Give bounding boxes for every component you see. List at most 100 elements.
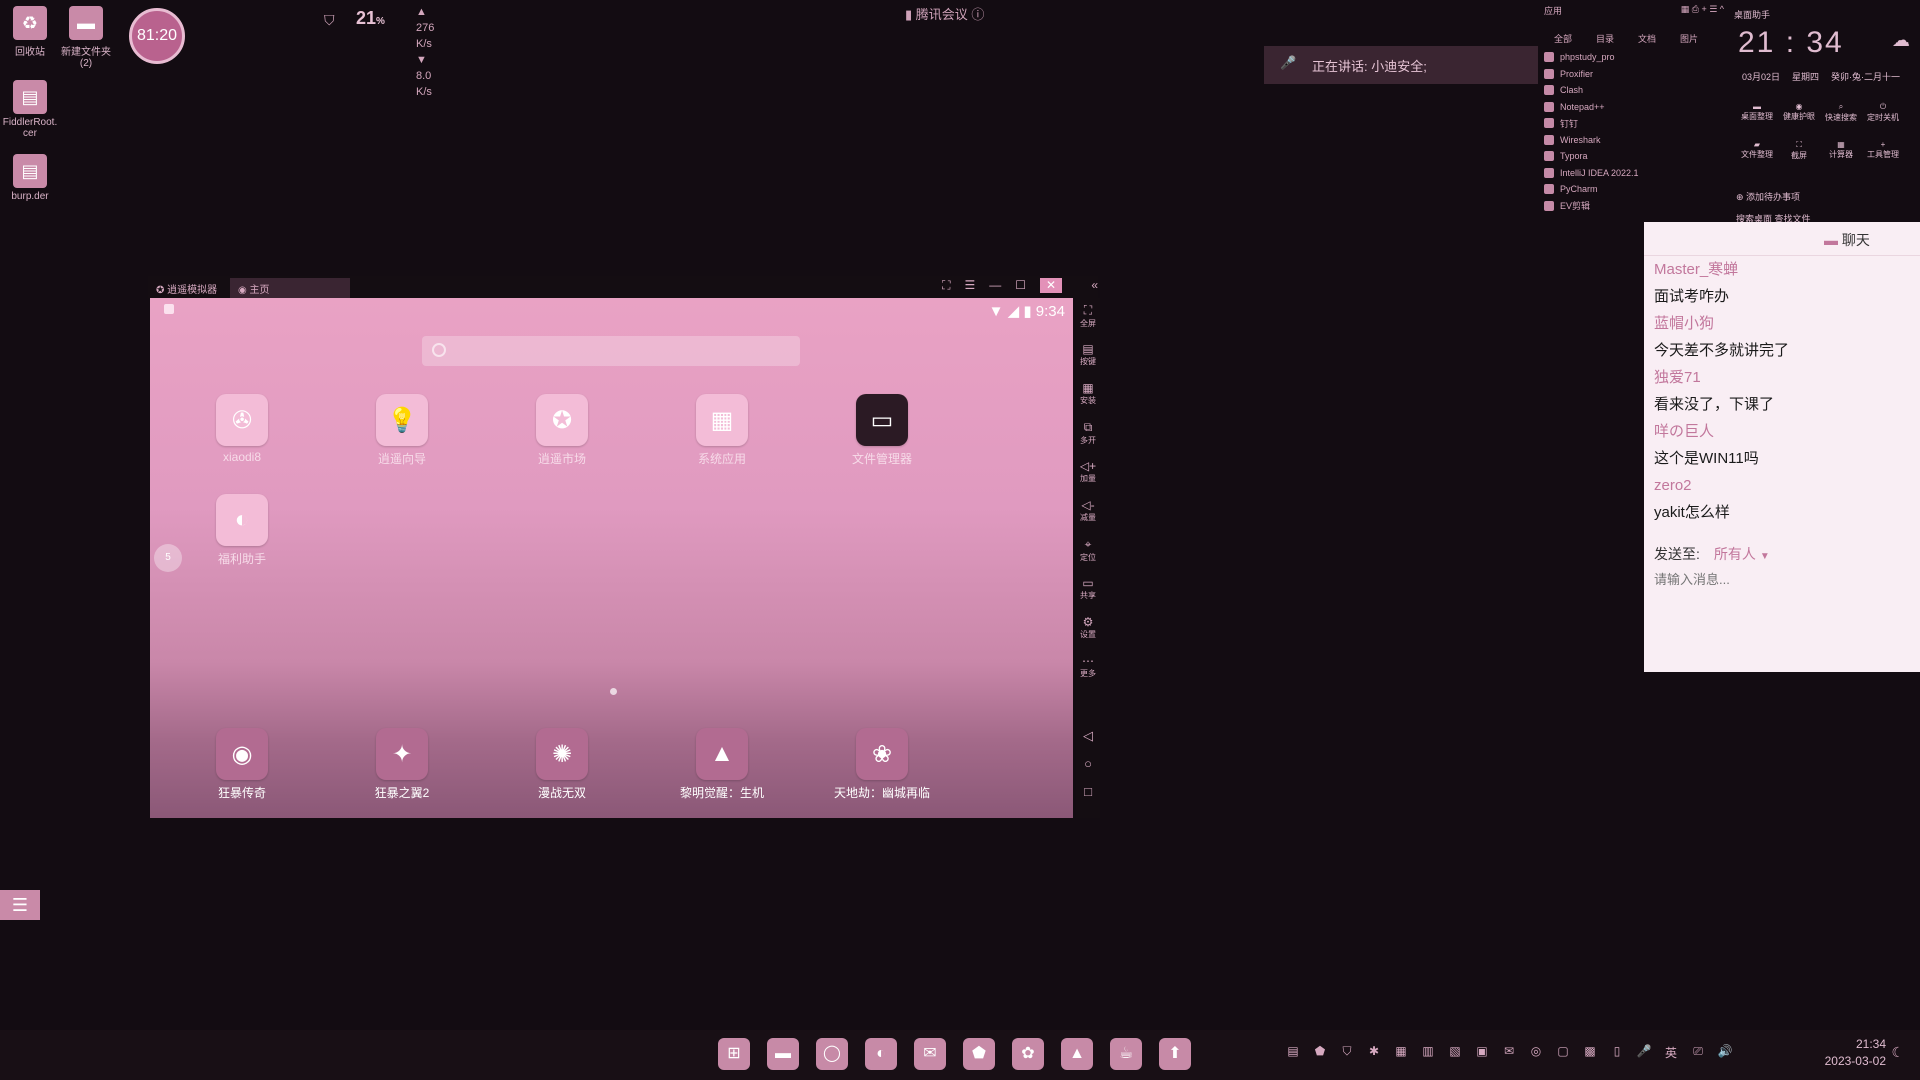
tray-icon[interactable]: ▩ bbox=[1581, 1044, 1599, 1062]
wifi-icon: ▼ bbox=[988, 303, 1004, 320]
desktop-icon-burp-der[interactable]: ▤ burp.der bbox=[0, 154, 60, 202]
taskbar-clock[interactable]: 21:34 2023-03-02 bbox=[1800, 1036, 1886, 1070]
photos-icon[interactable]: ▲ bbox=[1061, 1038, 1093, 1070]
recents-icon[interactable]: □ bbox=[1076, 784, 1100, 799]
android-dock-app[interactable]: ❀ 天地劫：幽城再临 bbox=[832, 728, 932, 801]
notification-center-icon[interactable]: ☾ bbox=[1891, 1044, 1904, 1061]
close-icon[interactable]: ✕ bbox=[1040, 278, 1062, 293]
android-dock-app[interactable]: ◉ 狂暴传奇 bbox=[192, 728, 292, 801]
android-app-market[interactable]: ✪ 逍遥市场 bbox=[512, 394, 612, 467]
tool-eye-care[interactable]: ◉ 健康护眼 bbox=[1778, 102, 1820, 130]
app-list-item[interactable]: Clash bbox=[1544, 82, 1724, 99]
tool-screenshot[interactable]: ⛶ 截屏 bbox=[1778, 140, 1820, 168]
tray-icon[interactable]: ▤ bbox=[1284, 1044, 1302, 1062]
tray-icon[interactable]: ✱ bbox=[1365, 1044, 1383, 1062]
app-list-item[interactable]: phpstudy_pro bbox=[1544, 49, 1724, 66]
back-icon[interactable]: ◁ bbox=[1076, 728, 1100, 744]
screenshot-icon[interactable]: ⛶ bbox=[942, 278, 950, 293]
android-app-welfare[interactable]: ◐ 福利助手 bbox=[192, 494, 292, 567]
wechat-icon[interactable]: ✉ bbox=[914, 1038, 946, 1070]
floating-ball[interactable]: 5 bbox=[154, 544, 182, 572]
home-circle-icon[interactable]: ○ bbox=[1076, 756, 1100, 771]
tool-manage[interactable]: + 工具管理 bbox=[1862, 140, 1904, 168]
tab-all[interactable]: 全部 bbox=[1554, 32, 1572, 45]
tray-icon[interactable]: ▯ bbox=[1608, 1044, 1626, 1062]
android-app-xiaodi8[interactable]: ✇ xiaodi8 bbox=[192, 394, 292, 464]
toolbar-volume-down[interactable]: ◁- 减量 bbox=[1076, 493, 1100, 532]
shield-icon[interactable]: ⛉ bbox=[1338, 1044, 1356, 1062]
app-list-item[interactable]: IntelliJ IDEA 2022.1 bbox=[1544, 165, 1724, 182]
tool-desktop-organize[interactable]: ▬ 桌面整理 bbox=[1736, 102, 1778, 130]
tool-shutdown[interactable]: ⏻ 定时关机 bbox=[1862, 102, 1904, 130]
tool-file-organize[interactable]: ▰ 文件整理 bbox=[1736, 140, 1778, 168]
file-explorer-icon[interactable]: ▬ bbox=[767, 1038, 799, 1070]
chat-input[interactable] bbox=[1654, 572, 1894, 587]
tool-calculator[interactable]: ▦ 计算器 bbox=[1820, 140, 1862, 168]
meeting-title[interactable]: ▮ 腾讯会议 ⓘ bbox=[905, 4, 984, 23]
network-icon[interactable]: ⎚ bbox=[1689, 1044, 1707, 1062]
app-list-item[interactable]: Typora bbox=[1544, 148, 1724, 165]
toolbar-install[interactable]: ▦ 安装 bbox=[1076, 376, 1100, 415]
toolbar-keymap[interactable]: ▤ 按键 bbox=[1076, 337, 1100, 376]
browser-icon[interactable]: ◯ bbox=[816, 1038, 848, 1070]
toolbar-settings[interactable]: ⚙ 设置 bbox=[1076, 610, 1100, 649]
tray-icon[interactable]: ▦ bbox=[1392, 1044, 1410, 1062]
desktop-icon-recycle-bin[interactable]: ♻ 回收站 bbox=[0, 6, 60, 58]
tab-images[interactable]: 图片 bbox=[1680, 32, 1698, 45]
tray-icon[interactable]: ◎ bbox=[1527, 1044, 1545, 1062]
desktop-icon-new-folder[interactable]: ▬ 新建文件夹 (2) bbox=[56, 6, 116, 69]
android-search-bar[interactable] bbox=[422, 336, 800, 366]
collapse-sidebar-icon[interactable]: « bbox=[1091, 278, 1098, 292]
send-to-selector[interactable]: 发送至: 所有人 ▼ bbox=[1644, 544, 1920, 564]
toolbar-multi[interactable]: ⧉ 多开 bbox=[1076, 415, 1100, 454]
tab-documents[interactable]: 文档 bbox=[1638, 32, 1656, 45]
emulator-taskbar-icon[interactable]: ⬟ bbox=[963, 1038, 995, 1070]
app-list-item[interactable]: 钉钉 bbox=[1544, 115, 1724, 132]
emulator-home-tab[interactable]: ◉ 主页 bbox=[230, 278, 350, 298]
menu-icon[interactable]: ☰ bbox=[964, 278, 975, 293]
tray-icon[interactable]: ▧ bbox=[1446, 1044, 1464, 1062]
input-method[interactable]: 英 bbox=[1662, 1044, 1680, 1062]
tray-icon[interactable]: ⬟ bbox=[1311, 1044, 1329, 1062]
toolbar-more[interactable]: ⋯ 更多 bbox=[1076, 649, 1100, 688]
android-dock-app[interactable]: ▲ 黎明觉醒：生机 bbox=[672, 728, 772, 801]
send-to-value[interactable]: 所有人 bbox=[1714, 546, 1756, 562]
android-app-guide[interactable]: 💡 逍遥向导 bbox=[352, 394, 452, 467]
add-todo[interactable]: ⊕ 添加待办事项 bbox=[1736, 190, 1800, 203]
toolbar-location[interactable]: ⌖ 定位 bbox=[1076, 532, 1100, 571]
desktop-icon-fiddler-cer[interactable]: ▤ FiddlerRoot. cer bbox=[0, 80, 60, 139]
toolbar-share[interactable]: ▭ 共享 bbox=[1076, 571, 1100, 610]
app-list-item[interactable]: PyCharm bbox=[1544, 181, 1724, 198]
app-list-item[interactable]: Wireshark bbox=[1544, 132, 1724, 149]
start-menu-icon[interactable]: ⊞ bbox=[718, 1038, 750, 1070]
maximize-icon[interactable]: ☐ bbox=[1015, 278, 1026, 293]
edge-icon[interactable]: ◐ bbox=[865, 1038, 897, 1070]
tray-icon[interactable]: ▢ bbox=[1554, 1044, 1572, 1062]
emulator-app-tab[interactable]: ✪ 逍遥模拟器 bbox=[148, 278, 225, 298]
app-taskbar-icon[interactable]: ✿ bbox=[1012, 1038, 1044, 1070]
app-list-item[interactable]: Notepad++ bbox=[1544, 99, 1724, 116]
toolbar-volume-up[interactable]: ◁+ 加量 bbox=[1076, 454, 1100, 493]
app-list-item[interactable]: EV剪辑 bbox=[1544, 198, 1724, 215]
minimize-icon[interactable]: — bbox=[989, 278, 1001, 293]
tool-search[interactable]: ⌕ 快速搜索 bbox=[1820, 102, 1862, 130]
toolbar-fullscreen[interactable]: ⛶ 全屏 bbox=[1076, 298, 1100, 337]
android-dock-app[interactable]: ✦ 狂暴之翼2 bbox=[352, 728, 452, 801]
volume-icon[interactable]: 🔊 bbox=[1716, 1044, 1734, 1062]
panel-controls[interactable]: ▦ ⎙ + ☰ ^ bbox=[1681, 4, 1724, 18]
android-app-file-manager[interactable]: ▭ 文件管理器 bbox=[832, 394, 932, 467]
microphone-icon[interactable]: 🎤 bbox=[1635, 1044, 1653, 1062]
android-app-system[interactable]: ▦ 系统应用 bbox=[672, 394, 772, 467]
app-list-item[interactable]: Proxifier bbox=[1544, 66, 1724, 83]
timer-badge[interactable]: 81:20 bbox=[129, 8, 185, 64]
wechat-tray-icon[interactable]: ✉ bbox=[1500, 1044, 1518, 1062]
android-dock-app[interactable]: ✺ 漫战无双 bbox=[512, 728, 612, 801]
info-icon[interactable]: ⓘ bbox=[971, 7, 984, 22]
tray-icon[interactable]: ▥ bbox=[1419, 1044, 1437, 1062]
upload-app-icon[interactable]: ⬆ bbox=[1159, 1038, 1191, 1070]
tab-directory[interactable]: 目录 bbox=[1596, 32, 1614, 45]
tray-icon[interactable]: ▣ bbox=[1473, 1044, 1491, 1062]
floating-menu-icon[interactable]: ☰ bbox=[0, 890, 40, 920]
java-icon[interactable]: ☕ bbox=[1110, 1038, 1142, 1070]
android-screen[interactable]: ▼ ◢ ▮ 9:34 ✇ xiaodi8 💡 逍遥向导 ✪ 逍遥市场 ▦ 系统应用 ▭ 文… bbox=[150, 298, 1073, 818]
